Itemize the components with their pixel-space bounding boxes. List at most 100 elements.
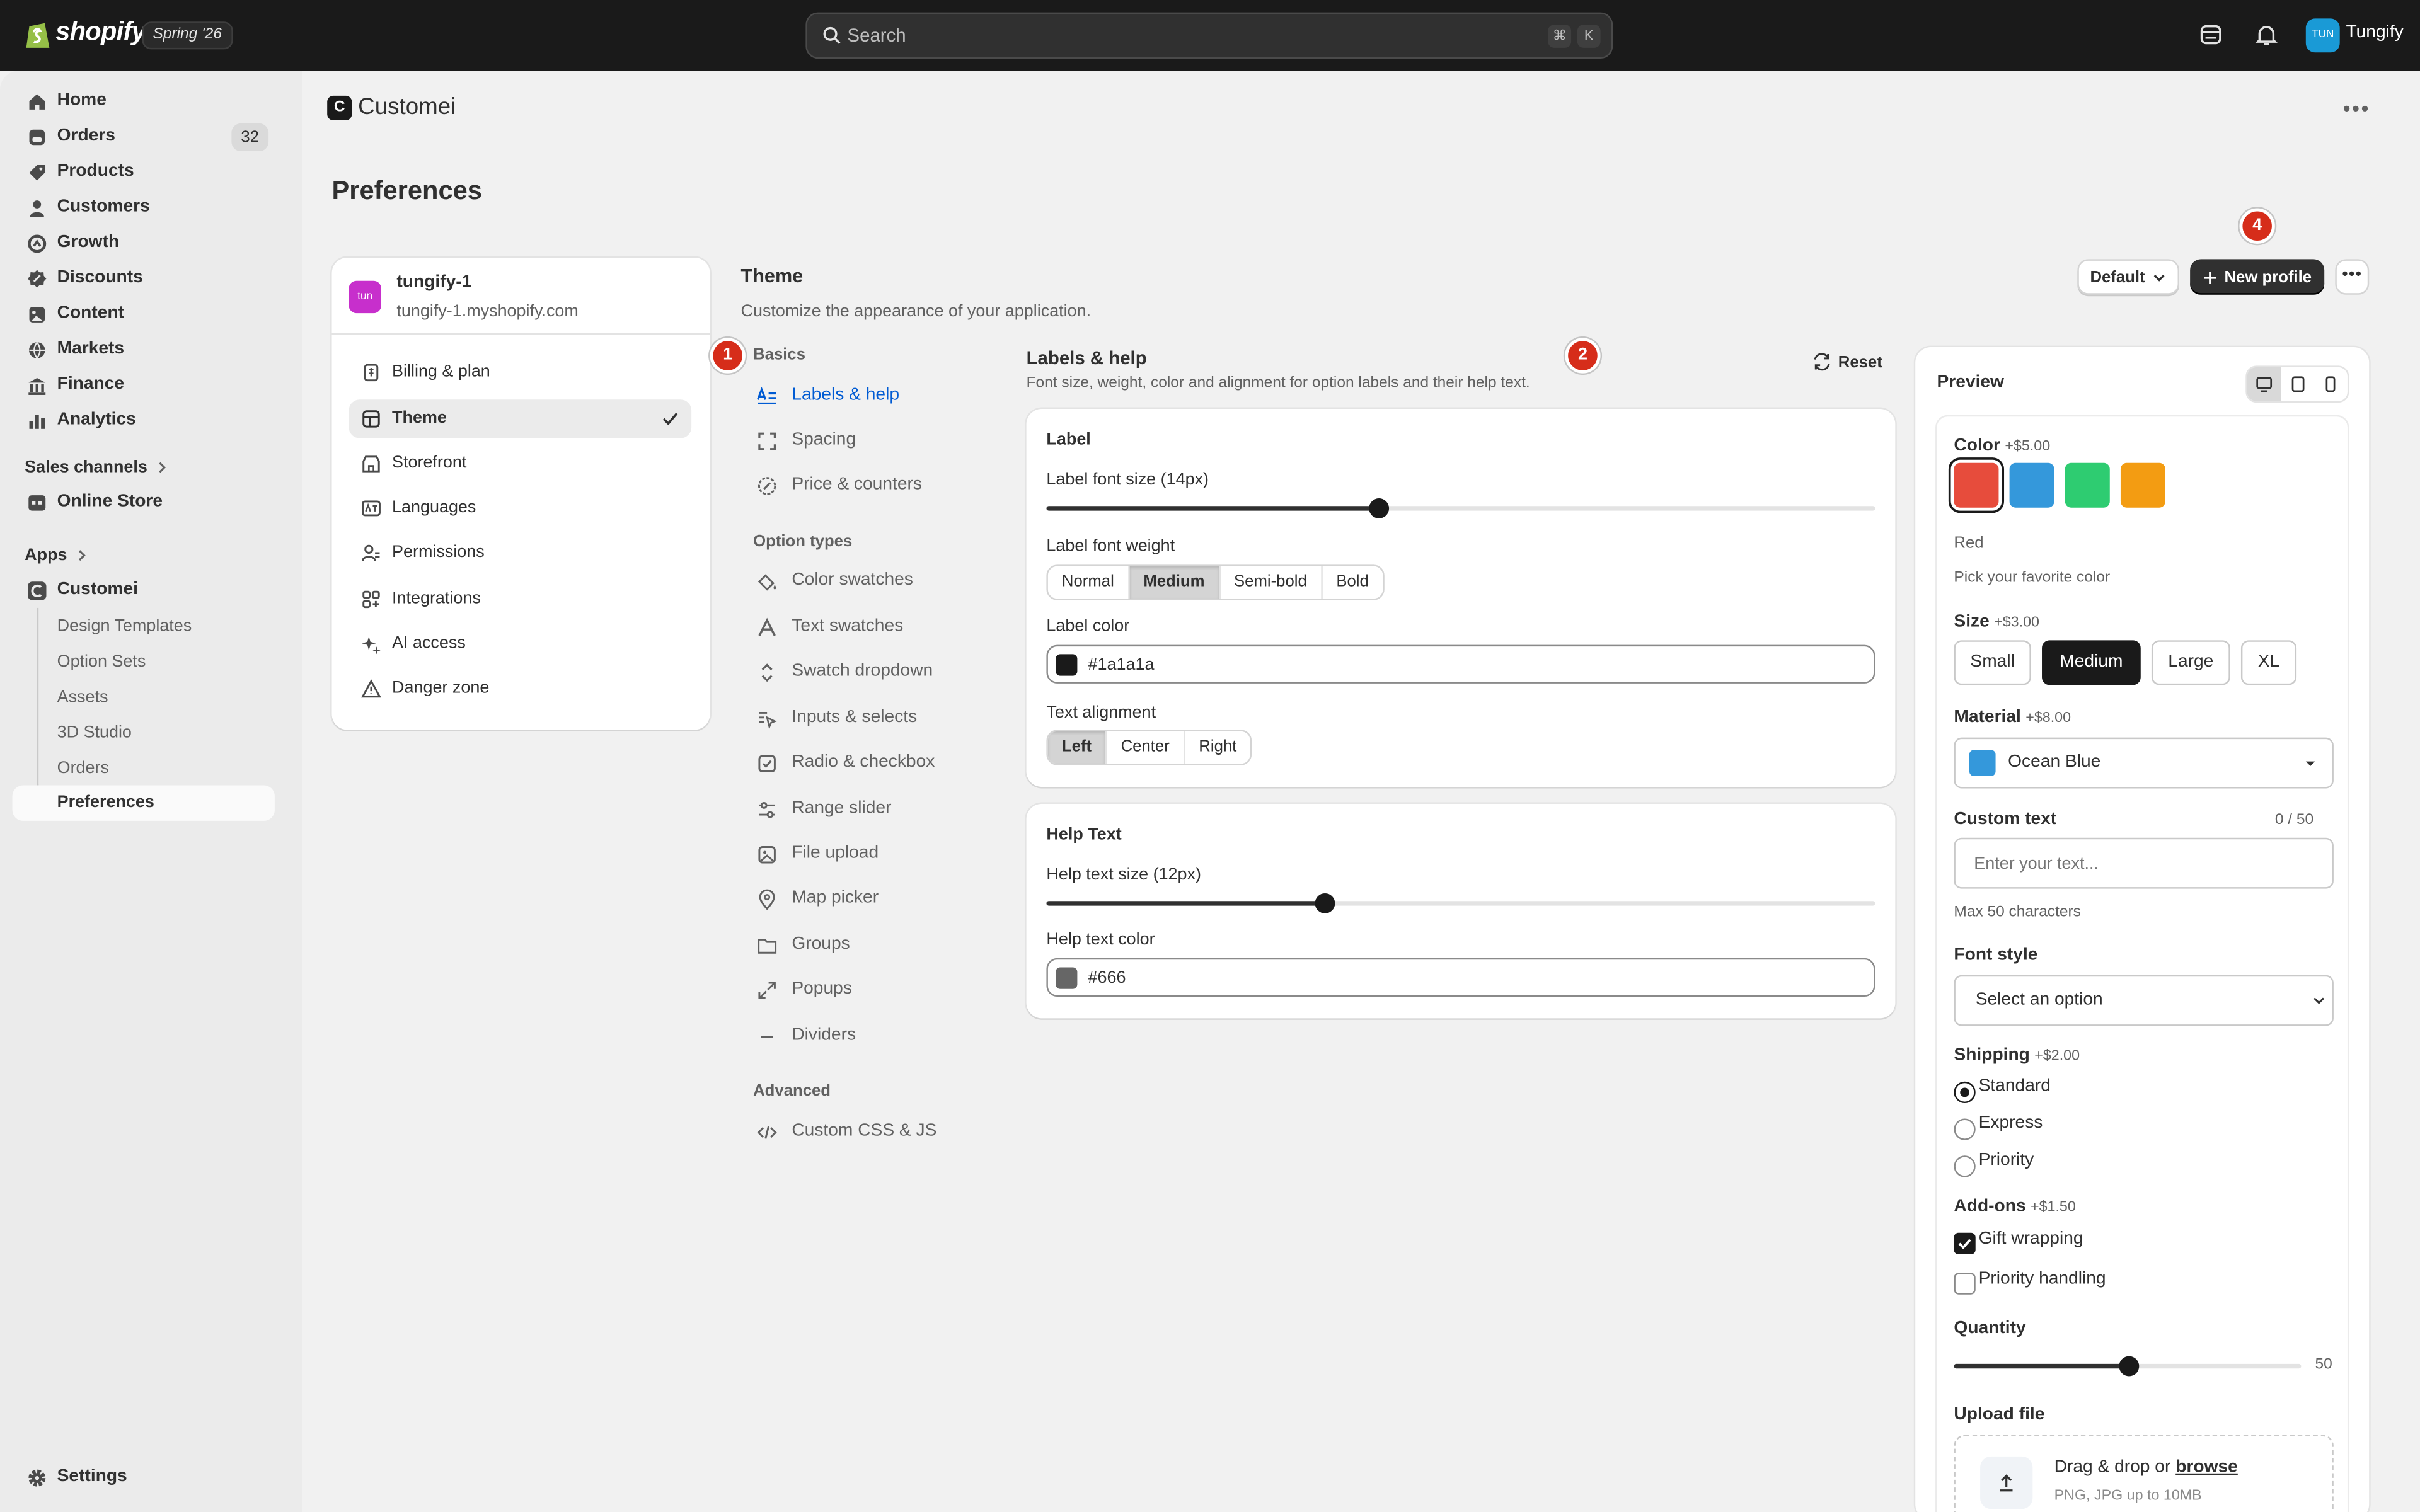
sidebar-item-online-store[interactable]: Online Store [13,486,275,520]
sidebar-subitem-assets[interactable]: Assets [57,688,108,706]
swatch-red[interactable] [1954,462,1999,508]
font-style-select[interactable]: Select an option [1954,975,2334,1026]
gift-wrapping-label[interactable]: Gift wrapping [1979,1230,2083,1248]
menu-item-integrations[interactable]: Integrations [349,580,691,619]
more-actions-button[interactable]: ••• [2335,259,2370,295]
weight-semibold-button[interactable]: Semi-bold [1220,566,1323,599]
shipping-standard-radio[interactable] [1954,1081,1976,1104]
sidebar-item-finance[interactable]: Finance [13,369,275,403]
swatch-blue[interactable] [2009,462,2054,508]
align-left-button[interactable]: Left [1047,731,1107,764]
size-medium-button[interactable]: Medium [2042,640,2141,685]
sidebar-item-home[interactable]: Home [13,85,275,119]
tablet-view-button[interactable] [2281,367,2314,401]
help-text-size-slider[interactable] [1046,893,1876,914]
weight-bold-button[interactable]: Bold [1322,566,1383,598]
slider-thumb[interactable] [2118,1356,2139,1377]
shipping-standard-label[interactable]: Standard [1979,1077,2051,1095]
size-xl-button[interactable]: XL [2240,640,2297,685]
sidebar-item-discounts[interactable]: Discounts [13,262,275,296]
sidebar-item-customei[interactable]: Customei [13,574,275,608]
sidebar-item-customers[interactable]: Customers [13,192,275,226]
nav-spacing[interactable]: Spacing [753,424,1000,458]
nav-popups[interactable]: Popups [753,973,1000,1007]
material-select[interactable]: Ocean Blue [1954,737,2334,789]
label-font-size-slider[interactable] [1046,498,1876,518]
align-center-button[interactable]: Center [1107,731,1185,764]
shopify-logo-text[interactable]: shopify [55,17,146,48]
sales-channels-heading[interactable]: Sales channels [25,458,169,477]
sidebar-item-content[interactable]: Content [13,298,275,332]
mobile-view-button[interactable] [2314,367,2348,401]
sidebar-subitem-preferences[interactable]: Preferences [57,793,154,811]
align-right-button[interactable]: Right [1185,731,1250,764]
swatch-orange[interactable] [2120,462,2165,508]
desktop-view-button[interactable] [2247,367,2281,401]
new-profile-button[interactable]: New profile [2190,259,2325,295]
store-switcher-icon[interactable] [2199,23,2223,47]
store-header[interactable]: tun tungify-1 tungify-1.myshopify.com [331,258,710,335]
nav-text-swatches[interactable]: Text swatches [753,611,1000,645]
weight-medium-button[interactable]: Medium [1129,566,1220,599]
nav-map-picker[interactable]: Map picker [753,883,1000,917]
shipping-priority-radio[interactable] [1954,1155,1976,1177]
label-color-swatch[interactable] [1056,654,1078,676]
sidebar-subitem-option-sets[interactable]: Option Sets [57,653,146,671]
menu-item-theme[interactable]: Theme [349,399,692,438]
nav-labels-help[interactable]: Labels & help [753,379,1000,413]
nav-dividers[interactable]: Dividers [753,1020,1000,1054]
priority-handling-label[interactable]: Priority handling [1979,1270,2106,1288]
slider-thumb[interactable] [1315,893,1335,914]
nav-radio-checkbox[interactable]: Radio & checkbox [753,747,1000,781]
menu-item-languages[interactable]: Languages [349,489,691,527]
search-input[interactable] [847,14,1465,57]
shopify-bag-icon[interactable] [25,18,52,50]
shipping-priority-label[interactable]: Priority [1979,1151,2034,1169]
nav-inputs-selects[interactable]: Inputs & selects [753,702,1000,736]
menu-item-storefront[interactable]: Storefront [349,444,691,483]
shipping-express-radio[interactable] [1954,1118,1976,1140]
weight-normal-button[interactable]: Normal [1048,566,1130,599]
sidebar-item-growth[interactable]: Growth [13,227,275,261]
menu-item-danger-zone[interactable]: Danger zone [349,670,691,708]
edition-badge[interactable]: Spring '26 [142,21,233,50]
apps-heading[interactable]: Apps [25,546,89,564]
menu-item-permissions[interactable]: Permissions [349,534,691,572]
help-text-color-field[interactable]: #666 [1046,958,1876,997]
app-more-icon[interactable]: ••• [2343,96,2370,120]
nav-groups[interactable]: Groups [753,929,1000,963]
upload-dropzone[interactable]: Drag & drop or browse PNG, JPG up to 10M… [1954,1435,2334,1512]
shipping-express-label[interactable]: Express [1979,1114,2043,1132]
nav-custom-css-js[interactable]: Custom CSS & JS [753,1116,1000,1150]
gift-wrapping-checkbox[interactable] [1954,1232,1976,1255]
nav-file-upload[interactable]: File upload [753,838,1000,872]
sidebar-subitem-orders[interactable]: Orders [57,759,109,777]
reset-button[interactable]: Reset [1812,352,1882,372]
nav-swatch-dropdown[interactable]: Swatch dropdown [753,656,1000,690]
custom-text-input[interactable] [1954,837,2334,889]
profile-select[interactable]: Default [2077,259,2179,295]
slider-thumb[interactable] [1368,498,1389,518]
sidebar-item-orders[interactable]: Orders 32 [13,120,275,154]
nav-range-slider[interactable]: Range slider [753,793,1000,827]
sidebar-subitem-design-templates[interactable]: Design Templates [57,617,192,636]
help-color-swatch[interactable] [1056,967,1078,989]
menu-item-billing[interactable]: Billing & plan [349,353,691,392]
sidebar-item-products[interactable]: Products [13,156,275,190]
sidebar-item-settings[interactable]: Settings [13,1461,275,1495]
user-avatar[interactable]: TUN [2305,18,2340,53]
sidebar-item-markets[interactable]: Markets [13,333,275,367]
swatch-green[interactable] [2065,462,2110,508]
menu-item-ai-access[interactable]: AI access [349,625,691,663]
nav-price-counters[interactable]: Price & counters [753,469,1000,503]
global-search[interactable]: ⌘ K [805,12,1613,59]
browse-link[interactable]: browse [2175,1458,2238,1476]
bell-icon[interactable] [2255,23,2278,47]
priority-handling-checkbox[interactable] [1954,1273,1976,1295]
size-large-button[interactable]: Large [2151,640,2230,685]
label-color-field[interactable]: #1a1a1a [1046,644,1876,684]
sidebar-subitem-3d-studio[interactable]: 3D Studio [57,724,132,742]
sidebar-item-analytics[interactable]: Analytics [13,404,275,438]
size-small-button[interactable]: Small [1954,640,2031,685]
nav-color-swatches[interactable]: Color swatches [753,564,1000,598]
